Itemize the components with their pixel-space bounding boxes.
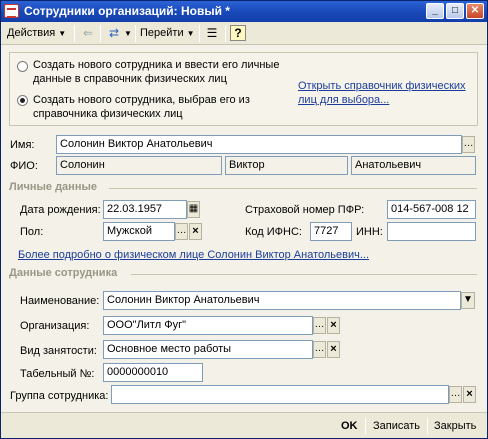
form-button-bar: OK Записать Закрыть bbox=[1, 412, 487, 438]
fio-last-name-field: Солонин bbox=[56, 156, 222, 175]
organization-clear-button[interactable]: × bbox=[327, 317, 340, 334]
section-divider bbox=[131, 274, 477, 275]
calendar-icon[interactable]: ▦ bbox=[187, 201, 200, 218]
organization-input[interactable]: ООО"Литл Фуг" bbox=[103, 316, 313, 335]
toolbar-divider bbox=[135, 25, 136, 42]
employee-data-section: Данные сотрудника bbox=[9, 266, 477, 280]
save-button[interactable]: Записать bbox=[369, 417, 424, 435]
pfr-number-input[interactable]: 014-567-008 12 bbox=[387, 200, 476, 219]
employee-name-dropdown[interactable]: ▼ bbox=[461, 292, 475, 309]
goto-menu-button[interactable]: Перейти ▼ bbox=[137, 24, 198, 43]
minimize-button[interactable]: _ bbox=[426, 3, 444, 19]
button-divider bbox=[427, 418, 428, 434]
sex-label: Пол: bbox=[20, 226, 44, 238]
close-button[interactable]: Закрыть bbox=[430, 417, 480, 435]
tab-number-label: Табельный №: bbox=[20, 368, 95, 380]
title-bar[interactable]: Сотрудники организаций: Новый * _ □ ✕ bbox=[1, 1, 487, 22]
name-label: Имя: bbox=[10, 139, 35, 151]
employee-name-input[interactable]: Солонин Виктор Анатольевич bbox=[103, 291, 461, 310]
employee-group-input[interactable] bbox=[111, 385, 449, 404]
pfr-label: Страховой номер ПФР: bbox=[245, 204, 365, 216]
button-divider bbox=[365, 418, 366, 434]
radio-create-new-label[interactable]: Создать нового сотрудника и ввести его л… bbox=[33, 58, 288, 86]
employee-group-label: Группа сотрудника: bbox=[10, 390, 109, 402]
employment-type-input[interactable]: Основное место работы bbox=[103, 340, 313, 359]
toolbar: Действия ▼ ⇐ ⇄ ▼ Перейти ▼ ☰ ? bbox=[1, 22, 487, 45]
employee-form-window: Сотрудники организаций: Новый * _ □ ✕ Де… bbox=[0, 0, 488, 439]
actions-label: Действия bbox=[7, 27, 56, 39]
employment-type-clear-button[interactable]: × bbox=[327, 341, 340, 358]
ifns-code-label: Код ИФНС: bbox=[245, 226, 302, 238]
individual-details-link[interactable]: Более подробно о физическом лице Солонин… bbox=[18, 248, 369, 262]
close-window-button[interactable]: ✕ bbox=[466, 3, 484, 19]
creation-mode-box: Создать нового сотрудника и ввести его л… bbox=[9, 52, 478, 126]
employee-group-clear-button[interactable]: × bbox=[463, 386, 476, 403]
radio-select-from-directory[interactable] bbox=[17, 95, 28, 106]
employment-type-select-button[interactable]: … bbox=[313, 341, 326, 358]
sex-clear-button[interactable]: × bbox=[189, 223, 202, 240]
fio-first-name-field: Виктор bbox=[225, 156, 348, 175]
employee-data-title: Данные сотрудника bbox=[9, 267, 118, 279]
form-icon bbox=[4, 4, 19, 18]
inn-label: ИНН: bbox=[356, 226, 383, 238]
toolbar-divider bbox=[199, 25, 200, 42]
name-select-button[interactable]: … bbox=[462, 136, 475, 153]
list-icon[interactable]: ☰ bbox=[203, 25, 221, 42]
goto-label: Перейти bbox=[140, 27, 184, 39]
tab-number-input[interactable]: 0000000010 bbox=[103, 363, 203, 382]
toolbar-divider bbox=[74, 25, 75, 42]
name-input[interactable]: Солонин Виктор Анатольевич bbox=[56, 135, 462, 154]
fio-middle-name-field: Анатольевич bbox=[351, 156, 476, 175]
help-icon[interactable]: ? bbox=[230, 25, 246, 41]
section-divider bbox=[109, 188, 477, 189]
chevron-down-icon: ▼ bbox=[186, 29, 195, 38]
birth-date-label: Дата рождения: bbox=[20, 204, 101, 216]
go-back-icon[interactable]: ⇐ bbox=[79, 25, 97, 42]
toolbar-divider bbox=[225, 25, 226, 42]
window-title: Сотрудники организаций: Новый * bbox=[24, 4, 230, 18]
inn-input[interactable] bbox=[387, 222, 476, 241]
organization-label: Организация: bbox=[20, 320, 90, 332]
maximize-button[interactable]: □ bbox=[446, 3, 464, 19]
sex-select-button[interactable]: … bbox=[175, 223, 188, 240]
sex-input[interactable]: Мужской bbox=[103, 222, 175, 241]
personal-data-title: Личные данные bbox=[9, 181, 97, 193]
organization-select-button[interactable]: … bbox=[313, 317, 326, 334]
fio-label: ФИО: bbox=[10, 160, 38, 172]
radio-select-from-directory-label[interactable]: Создать нового сотрудника, выбрав его из… bbox=[33, 93, 288, 121]
employee-group-select-button[interactable]: … bbox=[449, 386, 462, 403]
personal-data-section: Личные данные bbox=[9, 180, 477, 194]
radio-create-new[interactable] bbox=[17, 61, 28, 72]
toolbar-divider bbox=[100, 25, 101, 42]
ifns-code-input[interactable]: 7727 bbox=[310, 222, 352, 241]
employee-name-label: Наименование: bbox=[20, 295, 100, 307]
chevron-down-icon: ▼ bbox=[58, 29, 67, 38]
open-individuals-directory-link[interactable]: Открыть справочник физических лиц для вы… bbox=[298, 79, 474, 107]
birth-date-input[interactable]: 22.03.1957 bbox=[103, 200, 187, 219]
employment-type-label: Вид занятости: bbox=[20, 345, 97, 357]
actions-menu-button[interactable]: Действия ▼ bbox=[4, 24, 69, 43]
ok-button[interactable]: OK bbox=[337, 417, 362, 435]
